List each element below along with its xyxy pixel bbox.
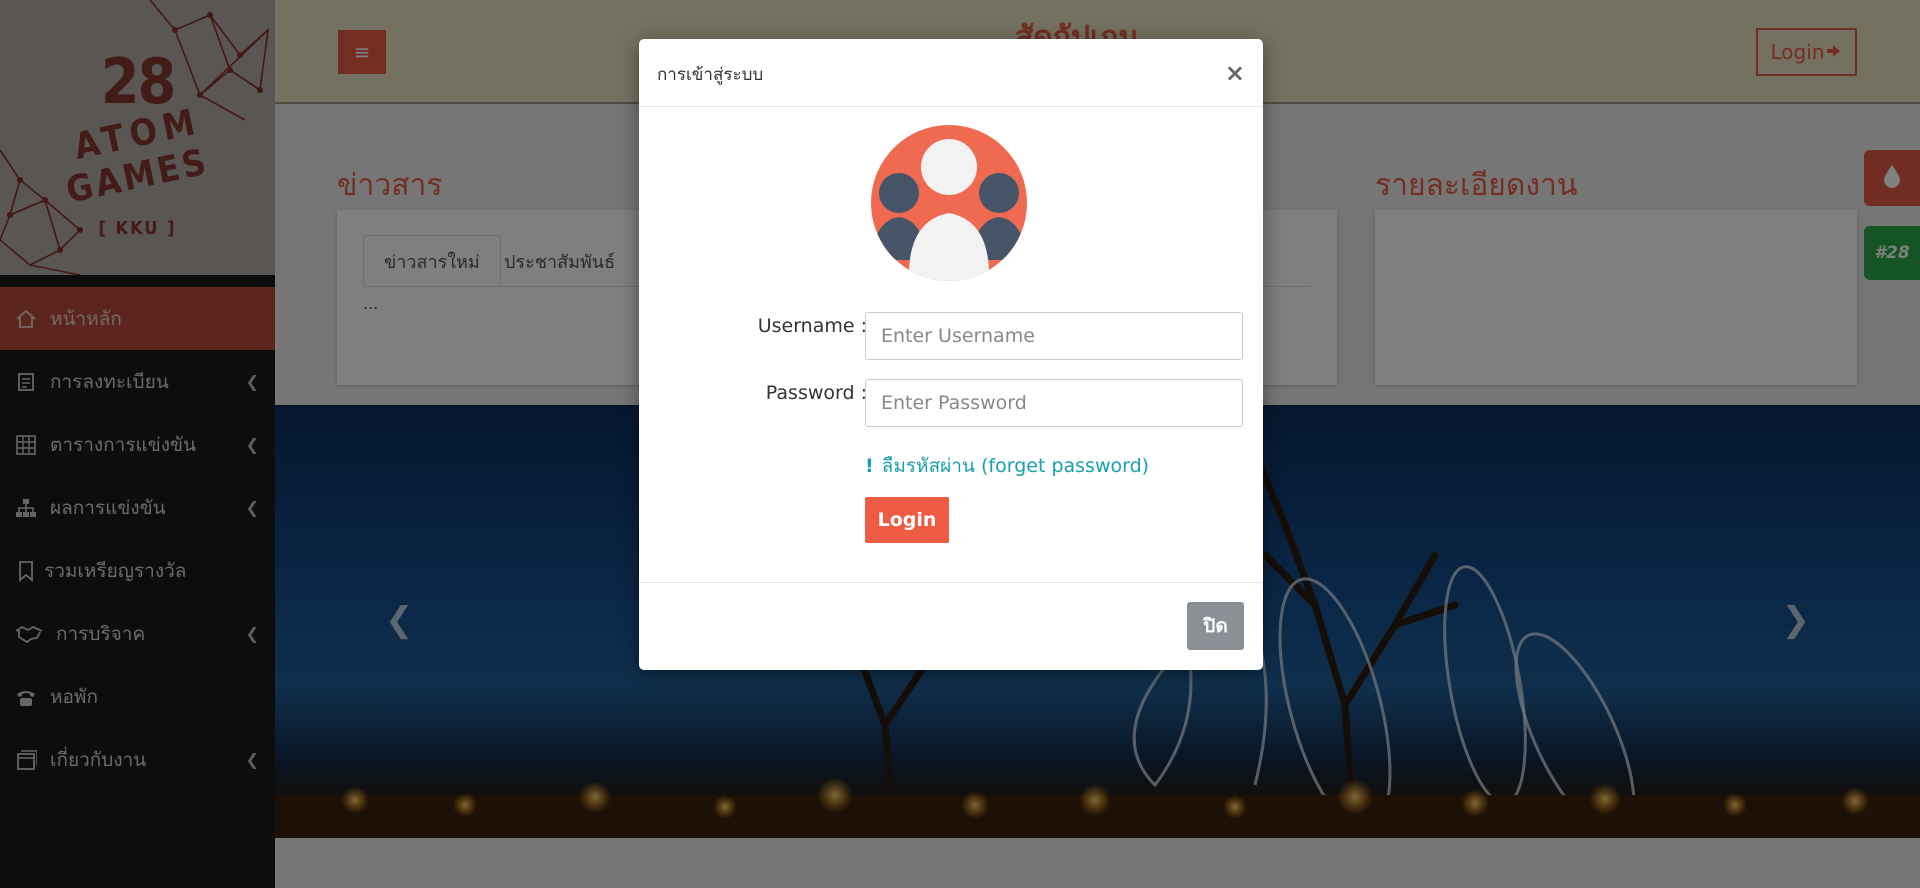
modal-header: การเข้าสู่ระบบ × xyxy=(639,39,1263,107)
close-button[interactable]: ปิด xyxy=(1187,602,1244,650)
password-label: Password : xyxy=(765,382,867,404)
exclamation-icon: ! xyxy=(865,455,874,477)
username-input[interactable] xyxy=(865,312,1243,360)
close-icon[interactable]: × xyxy=(1225,59,1245,87)
forget-password-link[interactable]: ! ลืมรหัสผ่าน (forget password) xyxy=(865,451,1149,481)
modal-title: การเข้าสู่ระบบ xyxy=(657,65,764,85)
login-button[interactable]: Login xyxy=(865,497,949,543)
forget-password-label: ลืมรหัสผ่าน (forget password) xyxy=(881,455,1150,477)
users-icon xyxy=(871,125,1027,281)
password-input[interactable] xyxy=(865,379,1243,427)
username-label: Username : xyxy=(757,315,867,337)
modal-footer: ปิด xyxy=(639,582,1263,670)
login-modal: การเข้าสู่ระบบ × Username : Password : !… xyxy=(639,39,1263,670)
